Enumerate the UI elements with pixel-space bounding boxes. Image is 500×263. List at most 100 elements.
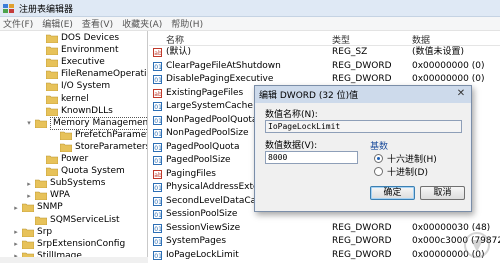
folder-icon [46, 58, 58, 68]
svg-text:01: 01 [154, 77, 162, 84]
edit-dword-dialog: 编辑 DWORD (32 位)值 ✕ 数值名称(N): IoPageLockLi… [254, 85, 472, 212]
tree-item[interactable]: PrefetchParameters [50, 129, 147, 142]
expand-arrow-icon[interactable]: ▸ [25, 180, 33, 188]
value-type: REG_DWORD [332, 222, 392, 233]
tree-item-label: DOS Devices [61, 33, 120, 43]
list-header: 名称 类型 数据 [149, 31, 500, 46]
string-value-icon: ab [153, 88, 162, 98]
tree-item[interactable]: ▸ Srp [12, 226, 52, 239]
svg-text:01: 01 [154, 104, 162, 111]
expand-arrow-icon[interactable]: ▸ [12, 204, 20, 212]
menu-favorites[interactable]: 收藏夹(A) [122, 17, 162, 30]
binary-value-icon: 01 [153, 142, 162, 152]
svg-text:01: 01 [154, 199, 162, 206]
tree-item[interactable]: ▸ SNMP [12, 201, 63, 214]
svg-text:01: 01 [154, 145, 162, 152]
list-item[interactable]: 01 DisablePagingExecutive REG_DWORD 0x00000… [149, 73, 500, 85]
tree-item[interactable]: I/O System [36, 80, 110, 93]
folder-icon [35, 179, 47, 189]
regedit-icon [3, 3, 14, 13]
tree-item[interactable]: Quota System [36, 165, 125, 178]
svg-text:01: 01 [154, 212, 162, 219]
list-item[interactable]: 01 SessionViewSize REG_DWORD 0x00000030 (48… [149, 222, 500, 234]
tree-item[interactable]: Executive [36, 56, 105, 69]
tree-item-label: Quota System [61, 166, 125, 177]
value-name-label: 数值名称(N): [265, 110, 318, 120]
tree-item[interactable]: Environment [36, 44, 118, 57]
tree-item-label: FileRenameOperations [61, 69, 147, 80]
value-type: REG_DWORD [332, 60, 392, 71]
radio-dec-button[interactable] [374, 166, 383, 176]
folder-icon [46, 167, 58, 177]
folder-icon [35, 191, 47, 201]
expand-arrow-icon[interactable]: ▸ [25, 192, 33, 200]
folder-icon [46, 155, 58, 164]
menu-help[interactable]: 帮助(H) [171, 17, 203, 30]
list-item[interactable]: 01 ClearPageFileAtShutdown REG_DWORD 0x0000… [149, 60, 500, 72]
value-data-field[interactable]: 8000 [265, 151, 358, 164]
list-item[interactable]: 01SystemPagesREG_DWORD0x000c3000 (798720… [149, 235, 500, 247]
list-item[interactable]: ab (默认) REG_SZ (数值未设置) [149, 46, 500, 58]
tree-item-label: Memory Management [50, 116, 147, 130]
value-name: PagedPoolQuota [166, 141, 240, 152]
tree-item[interactable]: Power [36, 153, 88, 166]
value-name: PagedPoolSize [166, 155, 231, 165]
value-data: (数值未设置) [412, 47, 465, 57]
tree-item[interactable]: ▸ WPA [25, 189, 70, 202]
folder-icon [46, 95, 58, 104]
tree-item[interactable]: KnownDLLs [36, 105, 113, 118]
folder-icon [46, 34, 58, 43]
cancel-button[interactable]: 取消 [420, 186, 465, 200]
tree-item[interactable]: FileRenameOperations [36, 68, 147, 81]
tree-item[interactable]: kernel [36, 93, 89, 106]
expand-arrow-icon[interactable]: ▸ [12, 228, 20, 236]
svg-text:01: 01 [154, 253, 162, 260]
column-data-header[interactable]: 数据 [412, 33, 430, 46]
menu-bar: 文件(F) 编辑(E) 查看(V) 收藏夹(A) 帮助(H) [0, 17, 500, 31]
list-item[interactable]: 01 IoPageLockLimit REG_DWORD 0x00000000 (0) [149, 249, 500, 261]
value-name: ExistingPageFiles [166, 87, 244, 98]
value-name: ClearPageFileAtShutdown [166, 60, 281, 71]
tree-item[interactable]: ▸ SrpExtensionConfig [12, 238, 125, 251]
expand-arrow-icon[interactable]: ▸ [12, 240, 20, 248]
close-icon[interactable]: ✕ [454, 88, 468, 100]
tree-item-label: SubSystems [50, 178, 106, 189]
tree-item[interactable]: StoreParameters [50, 141, 147, 154]
value-name: SessionPoolSize [166, 209, 238, 219]
ok-button[interactable]: 确定 [370, 186, 415, 200]
window-title: 注册表编辑器 [19, 4, 74, 15]
binary-value-icon: 01 [153, 183, 162, 192]
column-type-header[interactable]: 类型 [332, 33, 350, 46]
binary-value-icon: 01 [153, 156, 162, 165]
tree-item[interactable]: ▸ SubSystems [25, 177, 105, 190]
tree-item-label: kernel [61, 93, 89, 104]
folder-icon [22, 204, 34, 213]
collapse-arrow-icon[interactable]: ▾ [25, 119, 33, 127]
menu-view[interactable]: 查看(V) [82, 17, 113, 30]
folder-icon [46, 107, 58, 116]
folder-icon [35, 119, 47, 128]
tree-item[interactable]: ▾ Memory Management [25, 116, 147, 130]
tree-item-label: SrpExtensionConfig [37, 238, 126, 249]
value-name: IoPageLockLimit [166, 249, 239, 260]
key-tree[interactable]: DOS Devices Environment Executive FileRenam… [0, 31, 148, 263]
radio-decimal[interactable]: 十进制(D) [374, 165, 428, 178]
string-value-icon: ab [153, 169, 162, 179]
value-name: NonPagedPoolQuota [166, 114, 258, 125]
radio-hexadecimal[interactable]: 十六进制(H) [374, 152, 437, 165]
menu-file[interactable]: 文件(F) [3, 17, 33, 30]
tree-item[interactable]: DOS Devices [36, 32, 119, 45]
value-name: SystemPages [166, 236, 227, 246]
tree-item-label: WPA [50, 190, 70, 201]
column-name-header[interactable]: 名称 [166, 33, 184, 46]
tree-horizontal-scrollbar[interactable] [0, 257, 148, 263]
value-name: LargeSystemCache [166, 101, 253, 111]
radio-hex-button[interactable] [374, 153, 383, 163]
tree-item[interactable]: SQMServiceList [25, 214, 120, 227]
value-data: 0x00000000 (0) [412, 60, 485, 71]
binary-value-icon: 01 [153, 223, 162, 233]
folder-icon [60, 143, 72, 152]
menu-edit[interactable]: 编辑(E) [42, 17, 73, 30]
tree-item-label: SQMServiceList [50, 214, 120, 225]
folder-icon [60, 131, 72, 140]
